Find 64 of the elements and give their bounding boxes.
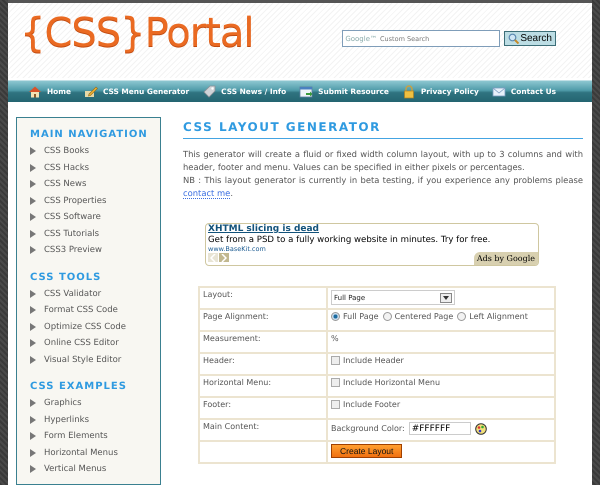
page-title: CSS LAYOUT GENERATOR <box>183 117 583 139</box>
sidebar-link[interactable]: CSS Hacks <box>44 162 90 173</box>
color-input[interactable]: #FFFFFF <box>408 422 471 435</box>
envelope-icon <box>492 84 506 98</box>
field-caption: Background Color: <box>331 424 405 433</box>
lock-icon <box>402 84 416 98</box>
radio-label: Centered Page <box>394 312 454 321</box>
sidebar-link[interactable]: CSS Tutorials <box>44 228 100 239</box>
radio-button[interactable] <box>331 312 340 321</box>
pencil-icon <box>84 84 98 98</box>
radio-label: Left Alignment <box>469 312 528 321</box>
tag-icon <box>202 84 216 98</box>
chevron-left-icon <box>210 254 216 262</box>
sidebar-link[interactable]: Online CSS Editor <box>44 338 119 348</box>
field-label: Layout: <box>199 287 327 309</box>
sidebar-link[interactable]: Hyperlinks <box>44 414 90 425</box>
ad-title-link[interactable]: XHTML slicing is dead <box>208 224 538 235</box>
radio-label: Full Page <box>343 312 379 321</box>
intro-text: This generator will create a fluid or fixed width column layout, with up to 3 columns and with header, footer and menu. Values can be specified in either pixels or percentages. <box>183 148 583 174</box>
sidebar-link[interactable]: CSS Books <box>44 146 90 156</box>
checkbox-label: Include Horizontal Menu <box>343 378 440 387</box>
house-icon <box>28 84 42 98</box>
search-icon <box>508 33 520 44</box>
previous-button[interactable] <box>208 253 218 262</box>
measurement-text: % <box>331 334 339 343</box>
sidebar-link[interactable]: Horizontal Menus <box>44 448 118 458</box>
sidebar-link[interactable]: CSS News <box>44 179 86 190</box>
sidebar-link[interactable]: Visual Style Editor <box>44 354 122 365</box>
field-label: Page Alignment: <box>199 309 327 331</box>
field-label: Measurement: <box>199 331 327 353</box>
checkbox-label: Include Footer <box>343 400 400 409</box>
sidebar-link[interactable]: Graphics <box>44 398 82 408</box>
sidebar-link[interactable]: Vertical Menus <box>44 464 106 474</box>
next-button[interactable] <box>219 253 229 262</box>
search-button[interactable]: Search <box>504 31 556 46</box>
radio-button[interactable] <box>382 312 392 321</box>
field-label: Header: <box>199 353 327 375</box>
sidebar-link[interactable]: Format CSS Code <box>44 305 118 316</box>
checkbox[interactable] <box>331 378 340 387</box>
field-label: Main Content: <box>199 419 327 441</box>
checkbox-label: Include Header <box>343 356 404 365</box>
contact-link[interactable]: contact me <box>183 188 230 199</box>
sidebar-link[interactable]: CSS3 Preview <box>44 245 102 256</box>
sidebar-link[interactable]: Form Elements <box>44 431 108 442</box>
checkbox[interactable] <box>331 356 340 365</box>
field-label: Footer: <box>199 397 327 419</box>
create-layout-button[interactable]: Create Layout <box>331 444 402 458</box>
section-heading: CSS TOOLS <box>30 272 102 282</box>
sidebar-link[interactable]: CSS Software <box>44 212 101 222</box>
field-label: Horizontal Menu: <box>199 375 327 397</box>
sidebar-link[interactable]: Optimize CSS Code <box>44 322 126 332</box>
caret-icon <box>443 296 449 300</box>
section-heading: MAIN NAVIGATION <box>30 129 149 140</box>
sidebar-link[interactable]: CSS Properties <box>44 196 106 206</box>
palette-icon[interactable] <box>474 422 487 434</box>
note-text: NB : This layout generator is currently in beta testing, if you experience any problems please contact me. <box>183 174 583 200</box>
ad-text: Get from a PSD to a fully working website in minutes. Try for free. <box>208 235 492 245</box>
radio-button[interactable] <box>457 312 466 321</box>
chevron-right-icon <box>221 254 227 262</box>
ads-badge[interactable]: Ads by Google <box>474 252 538 265</box>
checkbox[interactable] <box>331 400 340 409</box>
section-heading: CSS EXAMPLES <box>30 381 128 392</box>
window-icon <box>299 84 314 98</box>
sidebar-link[interactable]: CSS Validator <box>44 288 102 299</box>
